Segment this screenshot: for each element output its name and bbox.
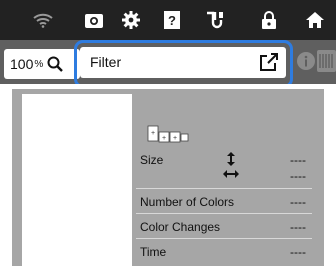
height-arrow-icon (227, 152, 235, 166)
row-separator (136, 188, 312, 189)
info-icon[interactable] (297, 52, 315, 70)
filter-label: Filter (90, 54, 122, 70)
embroidery-arm-icon[interactable] (200, 0, 230, 40)
app-window: ? 100 % Filter + + + Size ---- ---- Numb… (0, 0, 336, 266)
svg-text:+: + (173, 135, 177, 142)
row-separator (136, 213, 312, 214)
stitch-icon[interactable] (317, 50, 336, 72)
wifi-icon[interactable] (28, 0, 58, 40)
width-arrow-icon (223, 170, 239, 178)
settings-icon[interactable] (116, 0, 146, 40)
camera-icon[interactable] (79, 0, 109, 40)
time-label: Time (140, 245, 167, 259)
pattern-size-icon: + + + (147, 125, 189, 143)
color-changes-value: ---- (290, 220, 306, 234)
zoom-button[interactable]: 100 % (4, 49, 80, 79)
size-width-value: ---- (290, 169, 306, 183)
time-value: ---- (290, 245, 306, 259)
help-icon[interactable]: ? (157, 0, 187, 40)
lock-icon[interactable] (254, 0, 284, 40)
number-of-colors-label: Number of Colors (140, 195, 235, 209)
row-separator (136, 238, 312, 239)
magnifier-icon (47, 56, 64, 72)
zoom-unit: % (34, 58, 44, 70)
top-status-bar: ? (0, 0, 336, 40)
zoom-value: 100 (10, 56, 34, 72)
number-of-colors-value: ---- (290, 195, 306, 209)
svg-text:+: + (151, 130, 155, 137)
home-icon[interactable] (300, 0, 330, 40)
svg-text:+: + (162, 135, 166, 142)
size-height-value: ---- (290, 153, 306, 167)
size-label: Size (140, 153, 164, 167)
svg-text:?: ? (168, 13, 176, 28)
filter-button[interactable]: Filter (80, 47, 286, 78)
color-changes-label: Color Changes (140, 220, 221, 234)
pattern-preview-canvas (22, 94, 132, 266)
open-external-icon (260, 53, 278, 71)
